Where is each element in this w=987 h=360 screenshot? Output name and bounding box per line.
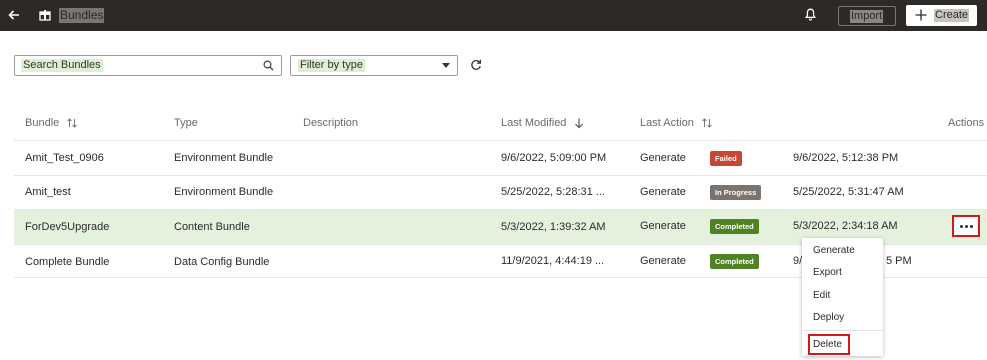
last-action: Generate: [640, 220, 686, 232]
last-modified: 5/25/2022, 5:28:31 ...: [501, 186, 605, 198]
bundle-type: Environment Bundle: [174, 152, 274, 164]
status-badge: Completed: [710, 219, 759, 234]
menu-item-edit[interactable]: Edit: [813, 289, 830, 302]
menu-item-deploy[interactable]: Deploy: [813, 311, 844, 324]
type-filter-select[interactable]: Filter by type: [290, 55, 458, 76]
search-placeholder: Search Bundles: [21, 59, 103, 72]
bundle-name[interactable]: Complete Bundle: [25, 255, 109, 269]
create-button[interactable]: Create: [906, 5, 977, 26]
column-header-last-action-label: Last Action: [640, 117, 694, 129]
import-button-label: Import: [850, 10, 884, 23]
more-icon-dot: [970, 225, 973, 228]
plus-icon: [915, 9, 927, 21]
more-icon: [960, 225, 963, 228]
row-actions-button[interactable]: [952, 215, 980, 237]
bundle-name[interactable]: ForDev5Upgrade: [25, 220, 109, 234]
status-badge: In Progress: [710, 185, 762, 200]
search-icon[interactable]: [263, 60, 274, 71]
last-action: Generate: [640, 255, 686, 267]
sort-icon[interactable]: [701, 117, 713, 129]
top-bar: Bundles Import Create: [0, 0, 987, 31]
sort-descending-icon[interactable]: [573, 117, 585, 129]
last-action-time: 5/3/2022, 2:34:18 AM: [793, 220, 898, 232]
bundle-type: Data Config Bundle: [174, 256, 270, 268]
bundle-name[interactable]: Amit_test: [25, 185, 71, 199]
last-action-time: 5/25/2022, 5:31:47 AM: [793, 186, 904, 198]
last-modified: 9/6/2022, 5:09:00 PM: [501, 152, 607, 164]
page-title: Bundles: [59, 8, 105, 23]
search-input[interactable]: Search Bundles: [14, 55, 282, 76]
create-button-label: Create: [934, 9, 970, 22]
last-action: Generate: [640, 152, 686, 164]
column-header-last-action[interactable]: Last Action: [640, 116, 713, 130]
menu-item-delete-label: Delete: [813, 339, 842, 350]
column-header-description: Description: [303, 117, 359, 129]
last-action-time-partial-left: 9/: [793, 255, 803, 267]
bundle-type: Content Bundle: [174, 221, 250, 233]
column-header-actions: Actions: [948, 117, 985, 129]
column-header-last-modified-label: Last Modified: [501, 117, 567, 129]
bundle-icon: [39, 10, 51, 21]
menu-item-generate[interactable]: Generate: [813, 244, 855, 257]
back-arrow-icon[interactable]: [7, 8, 21, 22]
bundle-type: Environment Bundle: [174, 186, 274, 198]
menu-item-export[interactable]: Export: [813, 266, 842, 279]
import-button[interactable]: Import: [838, 6, 896, 26]
column-header-type: Type: [174, 117, 198, 129]
refresh-icon[interactable]: [470, 59, 482, 71]
type-filter-placeholder: Filter by type: [298, 59, 365, 72]
sort-icon[interactable]: [66, 117, 78, 129]
chevron-down-icon[interactable]: [442, 63, 450, 68]
column-header-last-modified[interactable]: Last Modified: [501, 116, 585, 130]
bundle-name[interactable]: Amit_Test_0906: [25, 151, 104, 165]
more-icon-dot: [965, 225, 968, 228]
status-badge: Completed: [710, 254, 759, 269]
bell-icon[interactable]: [805, 8, 816, 21]
menu-divider: [802, 330, 883, 331]
column-header-bundle-label: Bundle: [25, 117, 60, 129]
last-action-time-partial-right: 5 PM: [886, 255, 912, 267]
last-action-time: 9/6/2022, 5:12:38 PM: [793, 152, 899, 164]
last-modified: 5/3/2022, 1:39:32 AM: [501, 221, 606, 233]
last-action: Generate: [640, 186, 686, 198]
row-actions-menu: Generate Export Edit Deploy Delete: [802, 238, 883, 356]
status-badge: Failed: [710, 151, 742, 166]
column-header-bundle[interactable]: Bundle: [25, 116, 78, 130]
menu-item-delete[interactable]: Delete: [808, 334, 850, 355]
last-modified: 11/9/2021, 4:44:19 ...: [501, 255, 605, 267]
